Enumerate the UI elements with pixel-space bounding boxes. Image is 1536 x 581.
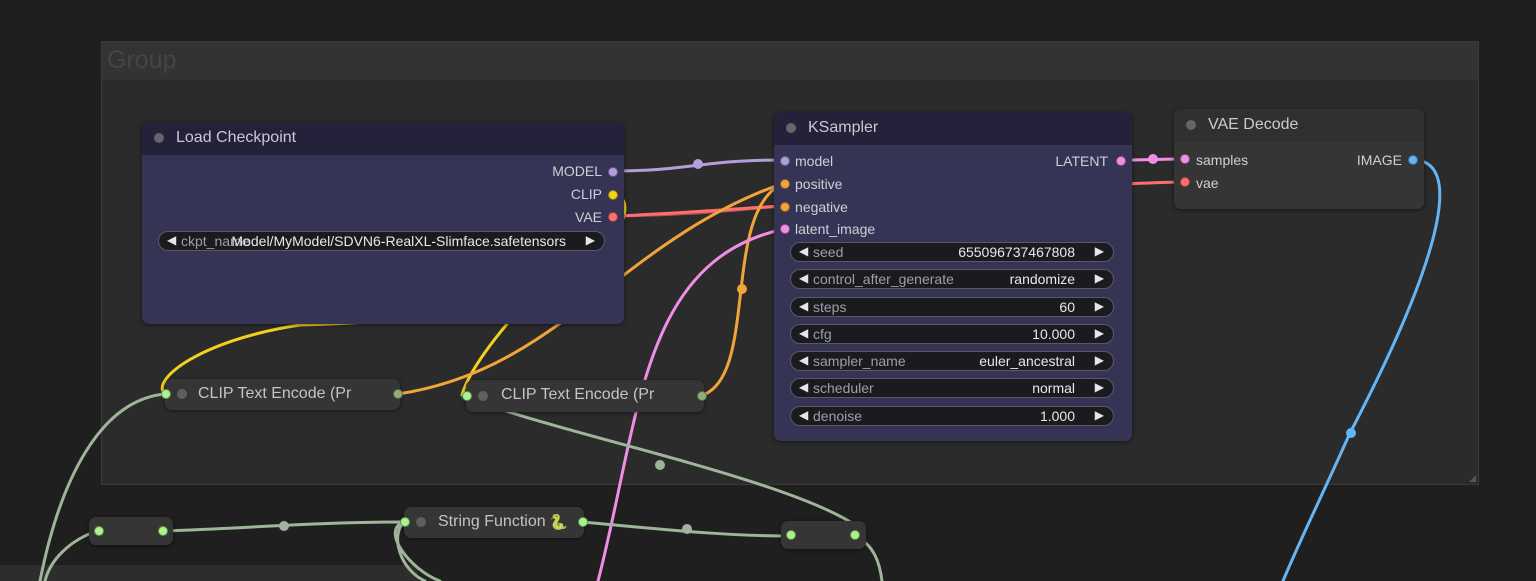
input-port-text[interactable] <box>462 391 472 401</box>
primitive-node-1[interactable] <box>89 517 173 545</box>
input-port-model[interactable] <box>780 156 790 166</box>
widget-value: normal <box>1032 380 1075 396</box>
output-port-model[interactable] <box>608 167 618 177</box>
input-label-positive: positive <box>795 176 843 192</box>
node-header[interactable]: VAE Decode <box>1174 109 1424 142</box>
input-port[interactable] <box>94 526 104 536</box>
node-header[interactable]: Load Checkpoint <box>142 122 624 155</box>
output-port-conditioning[interactable] <box>697 391 707 401</box>
collapse-dot-icon[interactable] <box>1186 120 1196 130</box>
output-port-latent[interactable] <box>1116 156 1126 166</box>
clip-text-encode-node-2[interactable]: CLIP Text Encode (Pr <box>462 380 707 412</box>
output-port-vae[interactable] <box>608 212 618 222</box>
node-title: String Function <box>438 513 546 530</box>
input-port[interactable] <box>786 530 796 540</box>
node-title: VAE Decode <box>1208 116 1299 133</box>
widget-label: cfg <box>813 326 832 342</box>
seed-widget[interactable]: ◀ seed 655096737467808 ▶ <box>790 242 1114 262</box>
load-checkpoint-node[interactable]: Load Checkpoint MODEL CLIP VAE ◀ ckpt_na… <box>142 122 624 324</box>
collapse-dot-icon[interactable] <box>416 517 426 527</box>
decrement-arrow-icon[interactable]: ◀ <box>799 353 808 367</box>
ckpt-name-combo[interactable]: ◀ ckpt_name Model/MyModel/SDVN6-RealXL-S… <box>158 231 605 251</box>
widget-value: Model/MyModel/SDVN6-RealXL-Slimface.safe… <box>231 233 566 249</box>
widget-label: control_after_generate <box>813 271 954 287</box>
output-port-clip[interactable] <box>608 190 618 200</box>
decrement-arrow-icon[interactable]: ◀ <box>799 380 808 394</box>
link-image-out <box>1281 158 1442 581</box>
node-title: CLIP Text Encode (Pr <box>501 386 655 403</box>
output-label-clip: CLIP <box>570 186 602 202</box>
increment-arrow-icon[interactable]: ▶ <box>1095 271 1104 285</box>
control-after-generate-widget[interactable]: ◀ control_after_generate randomize ▶ <box>790 269 1114 289</box>
decrement-arrow-icon[interactable]: ◀ <box>799 408 808 422</box>
widget-value: 10.000 <box>1032 326 1075 342</box>
collapse-dot-icon[interactable] <box>154 133 164 143</box>
input-label-model: model <box>795 153 834 169</box>
widget-value: euler_ancestral <box>979 353 1075 369</box>
clip-text-encode-node-1[interactable]: CLIP Text Encode (Pr <box>161 379 403 410</box>
node-title: KSampler <box>808 119 879 136</box>
widget-label: sampler_name <box>813 353 906 369</box>
widget-value: 60 <box>1059 299 1075 315</box>
input-port-string[interactable] <box>400 517 410 527</box>
input-port-text[interactable] <box>161 389 171 399</box>
input-label-vae: vae <box>1196 175 1219 191</box>
output-label-image: IMAGE <box>1356 152 1402 168</box>
collapse-dot-icon[interactable] <box>786 123 796 133</box>
input-port-positive[interactable] <box>780 179 790 189</box>
widget-value: 1.000 <box>1039 408 1075 424</box>
output-label-latent: LATENT <box>1055 153 1108 169</box>
input-label-negative: negative <box>795 199 848 215</box>
collapse-dot-icon[interactable] <box>177 389 187 399</box>
widget-value: randomize <box>1009 271 1075 287</box>
node-title: CLIP Text Encode (Pr <box>198 385 352 402</box>
increment-arrow-icon[interactable]: ▶ <box>1095 299 1104 313</box>
increment-arrow-icon[interactable]: ▶ <box>1095 244 1104 258</box>
input-port-latent-image[interactable] <box>780 224 790 234</box>
widget-label: denoise <box>813 408 863 424</box>
snake-icon: 🐍 <box>549 514 568 531</box>
increment-arrow-icon[interactable]: ▶ <box>586 233 595 247</box>
scheduler-widget[interactable]: ◀ scheduler normal ▶ <box>790 378 1114 398</box>
output-label-model: MODEL <box>552 163 602 179</box>
increment-arrow-icon[interactable]: ▶ <box>1095 408 1104 422</box>
vae-decode-node[interactable]: VAE Decode samples vae IMAGE <box>1174 109 1424 209</box>
collapse-dot-icon[interactable] <box>478 391 488 401</box>
output-label-vae: VAE <box>575 209 602 225</box>
increment-arrow-icon[interactable]: ▶ <box>1095 380 1104 394</box>
widget-label: scheduler <box>813 380 874 396</box>
input-label-samples: samples <box>1196 152 1249 168</box>
widget-value: 655096737467808 <box>958 244 1075 260</box>
decrement-arrow-icon[interactable]: ◀ <box>799 326 808 340</box>
denoise-widget[interactable]: ◀ denoise 1.000 ▶ <box>790 406 1114 426</box>
input-port-samples[interactable] <box>1180 154 1190 164</box>
string-function-node[interactable]: String Function 🐍 <box>400 507 588 538</box>
decrement-arrow-icon[interactable]: ◀ <box>799 271 808 285</box>
link-string-1 <box>38 392 167 581</box>
output-port-conditioning[interactable] <box>393 389 403 399</box>
widget-label: seed <box>813 244 844 260</box>
cfg-widget[interactable]: ◀ cfg 10.000 ▶ <box>790 324 1114 344</box>
node-header[interactable]: KSampler <box>774 112 1132 145</box>
input-label-latent-image: latent_image <box>795 221 876 237</box>
sampler-name-widget[interactable]: ◀ sampler_name euler_ancestral ▶ <box>790 351 1114 371</box>
output-port-image[interactable] <box>1408 155 1418 165</box>
decrement-arrow-icon[interactable]: ◀ <box>799 299 808 313</box>
increment-arrow-icon[interactable]: ▶ <box>1095 326 1104 340</box>
input-port-vae[interactable] <box>1180 177 1190 187</box>
output-port[interactable] <box>158 526 168 536</box>
decrement-arrow-icon[interactable]: ◀ <box>167 233 176 247</box>
ksampler-node[interactable]: KSampler model positive negative latent_… <box>774 112 1132 441</box>
output-port[interactable] <box>850 530 860 540</box>
primitive-node-2[interactable] <box>781 521 866 549</box>
output-port-string[interactable] <box>578 517 588 527</box>
decrement-arrow-icon[interactable]: ◀ <box>799 244 808 258</box>
input-port-negative[interactable] <box>780 202 790 212</box>
node-title: Load Checkpoint <box>176 129 297 146</box>
widget-label: steps <box>813 299 847 315</box>
increment-arrow-icon[interactable]: ▶ <box>1095 353 1104 367</box>
steps-widget[interactable]: ◀ steps 60 ▶ <box>790 297 1114 317</box>
